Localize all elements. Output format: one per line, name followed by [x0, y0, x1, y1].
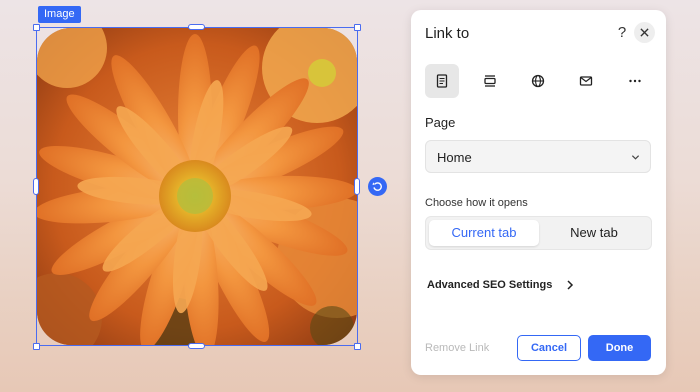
rotate-icon	[372, 182, 382, 191]
globe-icon	[531, 74, 545, 88]
resize-handle-right[interactable]	[354, 178, 360, 195]
advanced-seo-settings-link[interactable]: Advanced SEO Settings	[427, 277, 574, 293]
close-button[interactable]	[634, 22, 655, 43]
cancel-button[interactable]: Cancel	[517, 335, 581, 361]
anchor-icon	[484, 75, 496, 87]
open-behavior-toggle: Current tab New tab	[425, 216, 652, 250]
help-icon[interactable]: ?	[615, 24, 629, 42]
chevron-right-icon	[567, 280, 574, 290]
resize-handle-bottom-right[interactable]	[354, 343, 361, 350]
more-icon	[629, 79, 641, 83]
remove-link-button[interactable]: Remove Link	[425, 342, 489, 354]
selection-frame	[36, 27, 358, 346]
close-icon	[640, 28, 649, 37]
resize-handle-bottom-left[interactable]	[33, 343, 40, 350]
element-type-tag: Image	[38, 6, 81, 23]
page-icon	[436, 74, 448, 88]
resize-handle-top-right[interactable]	[354, 24, 361, 31]
new-tab-option[interactable]: New tab	[539, 220, 649, 246]
resize-handle-left[interactable]	[33, 178, 39, 195]
done-button[interactable]: Done	[588, 335, 651, 361]
panel-title: Link to	[425, 25, 470, 42]
page-select[interactable]: Home	[425, 140, 651, 173]
resize-handle-top[interactable]	[188, 24, 205, 30]
rotate-handle[interactable]	[368, 177, 387, 196]
page-select-value: Home	[437, 150, 472, 165]
email-icon	[579, 76, 593, 86]
link-type-selector	[425, 64, 652, 98]
resize-handle-top-left[interactable]	[33, 24, 40, 31]
advanced-seo-settings-label: Advanced SEO Settings	[427, 279, 553, 291]
resize-handle-bottom[interactable]	[188, 343, 205, 349]
link-type-web-address-button[interactable]	[521, 64, 555, 98]
current-tab-option[interactable]: Current tab	[429, 220, 539, 246]
chevron-down-icon	[631, 155, 640, 160]
page-section-label: Page	[425, 115, 456, 130]
link-type-more-button[interactable]	[618, 64, 652, 98]
link-to-panel: Link to ? Page Home Choose how it opens …	[411, 10, 666, 375]
link-type-email-button[interactable]	[569, 64, 603, 98]
open-behavior-label: Choose how it opens	[425, 197, 528, 209]
link-type-anchor-button[interactable]	[473, 64, 507, 98]
link-type-page-button[interactable]	[425, 64, 459, 98]
